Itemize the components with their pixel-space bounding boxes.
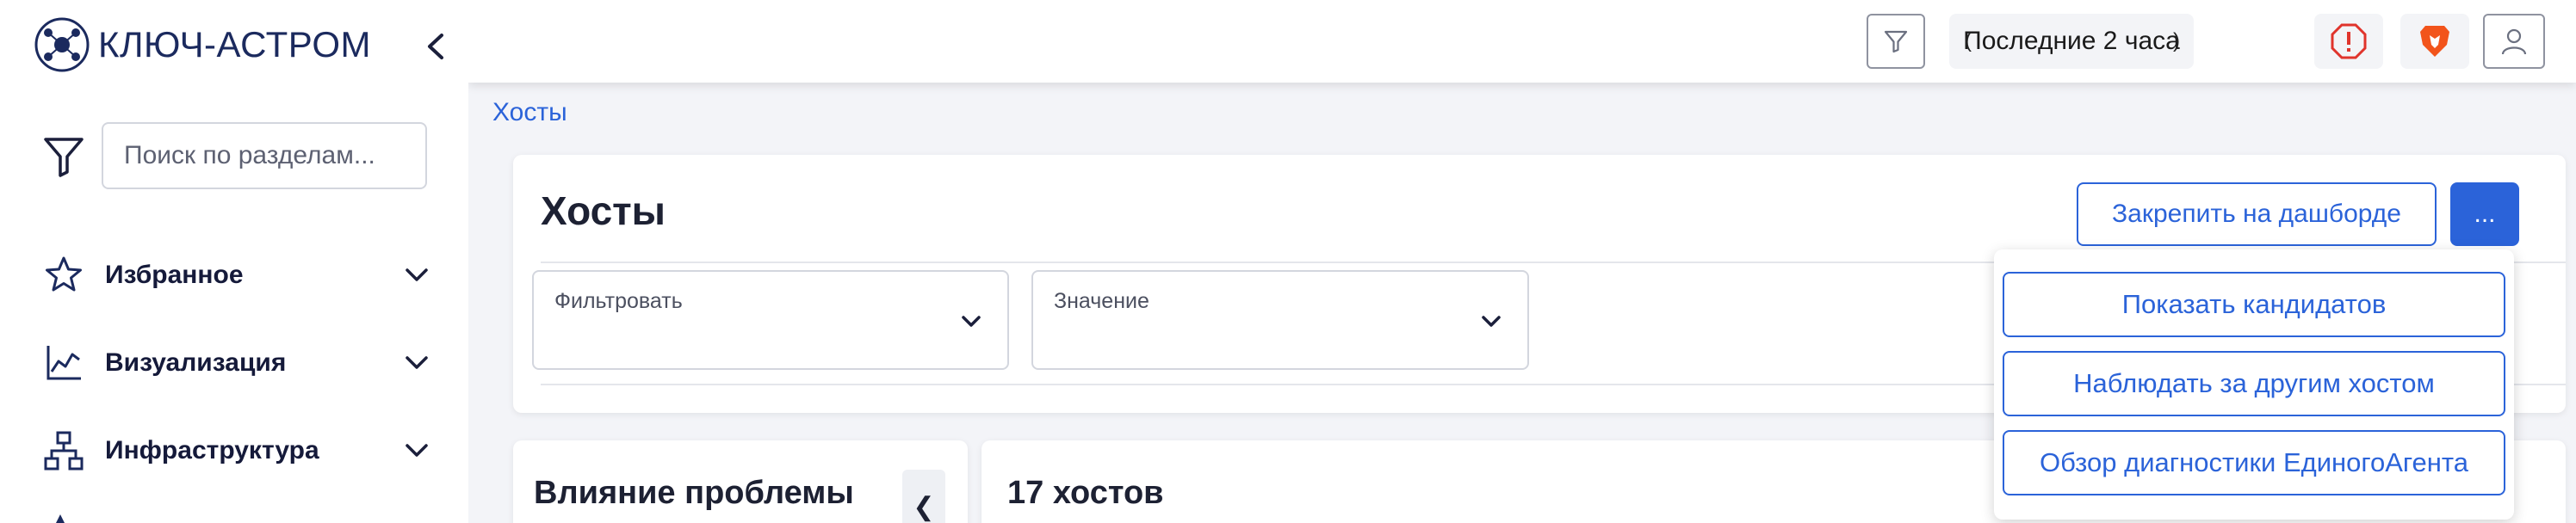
pin-to-dashboard-button[interactable]: Закрепить на дашборде — [2077, 182, 2437, 246]
menu-item-monitor-another-host[interactable]: Наблюдать за другим хостом — [2003, 351, 2505, 416]
top-bar: ( Последние 2 часа ) — [468, 0, 2576, 83]
next-nav-icon — [56, 514, 65, 523]
chevron-down-icon — [399, 258, 434, 292]
more-actions-menu: Показать кандидатов Наблюдать за другим … — [1994, 249, 2514, 520]
filter-attribute-select[interactable]: Фильтровать — [532, 270, 1009, 370]
brave-browser-icon — [2420, 26, 2449, 57]
time-range-label: Последние 2 часа — [1963, 27, 2180, 55]
sidebar-item-label: Инфраструктура — [105, 436, 319, 465]
chevron-left-icon — [428, 34, 443, 59]
filter-icon — [44, 138, 84, 177]
chevron-down-icon — [1482, 316, 1501, 327]
filter-value-label: Значение — [1054, 289, 1149, 313]
user-menu-button[interactable] — [2483, 14, 2545, 69]
sidebar-item-favorites[interactable]: Избранное — [41, 249, 434, 301]
sidebar-item-infrastructure[interactable]: Инфраструктура — [41, 425, 434, 477]
time-range-prev-button[interactable]: ( — [1965, 29, 1972, 53]
page-title: Хосты — [541, 188, 666, 233]
more-actions-button[interactable]: ... — [2450, 182, 2519, 246]
chevron-down-icon — [399, 346, 434, 380]
filter-icon — [1884, 30, 1908, 53]
logo-mark-icon — [34, 17, 90, 72]
sidebar-item-label: Визуализация — [105, 348, 287, 377]
alert-icon — [2331, 23, 2367, 59]
brave-browser-button[interactable] — [2400, 14, 2469, 69]
sidebar-item-visualization[interactable]: Визуализация — [41, 337, 434, 389]
menu-item-agent-diagnostics[interactable]: Обзор диагностики ЕдиногоАгента — [2003, 430, 2505, 495]
star-icon — [41, 253, 86, 298]
line-chart-icon — [41, 341, 86, 385]
user-icon — [2501, 28, 2527, 55]
brand-name: КЛЮЧ-АСТРОМ — [98, 24, 371, 65]
menu-item-show-candidates[interactable]: Показать кандидатов — [2003, 272, 2505, 337]
time-range-selector[interactable]: ( Последние 2 часа ) — [1949, 14, 2194, 69]
panel-collapse-button[interactable]: ❮ — [902, 470, 945, 523]
filter-attribute-label: Фильтровать — [554, 289, 683, 313]
hierarchy-icon — [41, 428, 86, 473]
time-range-next-button[interactable]: ) — [2173, 29, 2180, 53]
chevron-down-icon — [962, 316, 981, 327]
filter-value-select[interactable]: Значение — [1031, 270, 1529, 370]
sidebar-collapse-button[interactable] — [418, 26, 453, 67]
problems-button[interactable] — [2314, 14, 2383, 69]
sidebar: КЛЮЧ-АСТРОМ Избранное Визуализация Инфра… — [0, 0, 468, 523]
problem-impact-panel: Влияние проблемы ❮ — [513, 440, 968, 523]
sidebar-item-label: Избранное — [105, 261, 244, 289]
panel-title: Влияние проблемы — [534, 475, 854, 511]
sidebar-search-input[interactable] — [102, 122, 427, 189]
logo[interactable]: КЛЮЧ-АСТРОМ — [33, 15, 371, 74]
chevron-down-icon — [399, 434, 434, 468]
hosts-count: 17 хостов — [1007, 475, 1164, 511]
global-filter-button[interactable] — [1867, 14, 1925, 69]
breadcrumb[interactable]: Хосты — [492, 98, 567, 127]
